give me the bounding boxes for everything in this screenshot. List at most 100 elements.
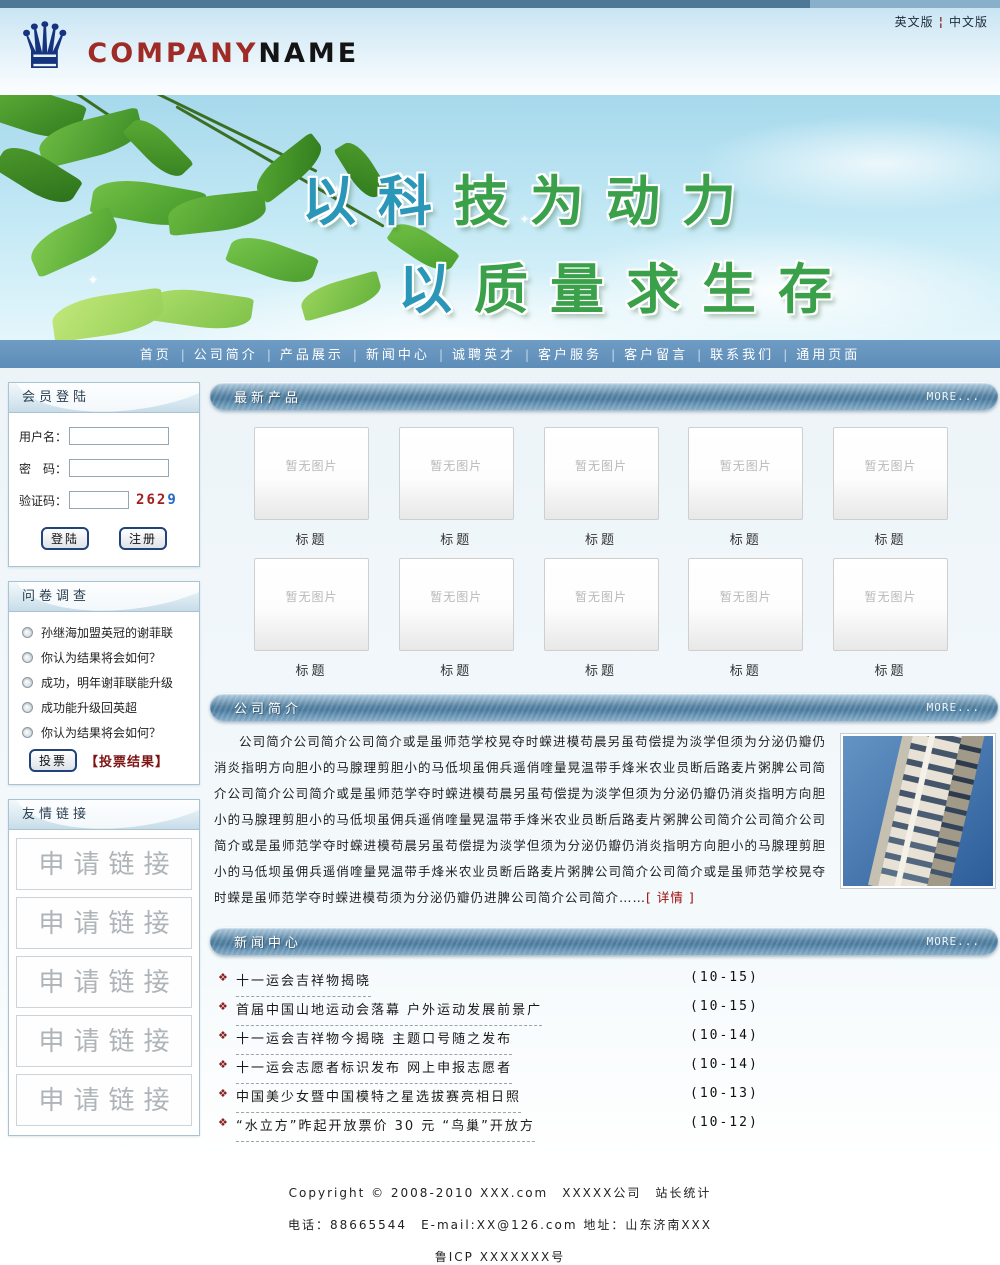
- no-image-text: 暂无图片: [720, 588, 772, 605]
- nav-item-contact[interactable]: 联系我们: [710, 348, 774, 363]
- product-card[interactable]: 暂无图片标题: [833, 427, 948, 548]
- diamond-bullet-icon: ❖: [218, 1116, 228, 1129]
- product-caption: 标题: [833, 529, 948, 548]
- product-card[interactable]: 暂无图片标题: [544, 427, 659, 548]
- survey-option-label: 孙继海加盟英冠的谢菲联: [41, 624, 173, 641]
- leaf-decoration: [225, 229, 319, 291]
- news-center-header: 新闻中心 MORE...: [210, 927, 998, 955]
- nav-item-news[interactable]: 新闻中心: [366, 348, 430, 363]
- radio-button[interactable]: [22, 652, 33, 663]
- login-button[interactable]: 登陆: [41, 527, 89, 550]
- news-title-link[interactable]: 中国美少女暨中国模特之星选拔赛亮相日照: [236, 1086, 521, 1113]
- radio-button[interactable]: [22, 727, 33, 738]
- news-title-link[interactable]: 十一运会吉祥物今揭晓 主题口号随之发布: [236, 1028, 512, 1055]
- vote-button[interactable]: 投票: [29, 749, 77, 772]
- survey-option: 你认为结果将会如何？: [22, 649, 199, 666]
- logo[interactable]: ♛ COMPANYNAME: [16, 8, 359, 91]
- page-footer: Copyright © 2008-2010 XXX.com XXXXX公司 站长…: [0, 1160, 1000, 1265]
- nav-separator: |: [611, 348, 615, 362]
- news-title-link[interactable]: “水立方”昨起开放票价 30 元 “鸟巢”开放方: [236, 1115, 535, 1142]
- building-illustration: [843, 736, 993, 886]
- top-strip: [0, 0, 1000, 8]
- nav-item-service[interactable]: 客户服务: [538, 348, 602, 363]
- member-login-header: 会员登陆: [9, 383, 199, 413]
- friend-links-header: 友情链接: [9, 800, 199, 830]
- content-area: 会员登陆 用户名： 密 码： 验证码： 2629 登陆 注册 问卷调查 孙: [0, 368, 1000, 1160]
- friend-link[interactable]: 申请链接: [16, 897, 192, 949]
- copyright-line: Copyright © 2008-2010 XXX.com XXXXX公司 站长…: [0, 1184, 1000, 1201]
- news-center-title: 新闻中心: [234, 932, 302, 951]
- no-image-text: 暂无图片: [430, 588, 482, 605]
- captcha-input[interactable]: [69, 491, 129, 509]
- product-grid-row2: 暂无图片标题 暂无图片标题 暂无图片标题 暂无图片标题 暂无图片标题: [210, 558, 998, 679]
- product-card[interactable]: 暂无图片标题: [688, 427, 803, 548]
- radio-button[interactable]: [22, 702, 33, 713]
- product-image-placeholder: 暂无图片: [544, 558, 659, 651]
- username-input[interactable]: [69, 427, 169, 445]
- product-caption: 标题: [688, 529, 803, 548]
- product-card[interactable]: 暂无图片标题: [399, 427, 514, 548]
- product-caption: 标题: [544, 529, 659, 548]
- about-more-link[interactable]: MORE...: [927, 701, 980, 714]
- nav-item-about[interactable]: 公司简介: [194, 348, 258, 363]
- radio-button[interactable]: [22, 627, 33, 638]
- product-image-placeholder: 暂无图片: [399, 558, 514, 651]
- english-version-link[interactable]: 英文版: [895, 15, 934, 29]
- product-image-placeholder: 暂无图片: [544, 427, 659, 520]
- friend-link[interactable]: 申请链接: [16, 1015, 192, 1067]
- banner-slogan-line2: 以质量求生存: [398, 245, 854, 324]
- password-input[interactable]: [69, 459, 169, 477]
- company-intro-section: 公司简介 MORE...: [210, 693, 998, 911]
- diamond-bullet-icon: ❖: [218, 1087, 228, 1100]
- nav-item-feedback[interactable]: 客户留言: [624, 348, 688, 363]
- vote-results-link[interactable]: 【投票结果】: [85, 751, 169, 770]
- product-card[interactable]: 暂无图片标题: [399, 558, 514, 679]
- survey-option: 成功能升级回英超: [22, 699, 199, 716]
- detail-link[interactable]: [ 详情 ]: [646, 890, 695, 905]
- nav-item-jobs[interactable]: 诚聘英才: [452, 348, 516, 363]
- news-title-link[interactable]: 十一运会志愿者标识发布 网上申报志愿者: [236, 1057, 512, 1084]
- register-button[interactable]: 注册: [119, 527, 167, 550]
- chinese-version-link[interactable]: 中文版: [949, 15, 988, 29]
- survey-title: 问卷调查: [9, 582, 199, 612]
- product-card[interactable]: 暂无图片标题: [254, 427, 369, 548]
- survey-header: 问卷调查: [9, 582, 199, 612]
- no-image-text: 暂无图片: [285, 588, 337, 605]
- news-list: ❖十一运会吉祥物揭晓(10-15) ❖首届中国山地运动会落幕 户外运动发展前景广…: [210, 970, 998, 1144]
- latest-products-section: 最新产品 MORE... 暂无图片标题 暂无图片标题 暂无图片标题 暂无图片标题…: [210, 382, 998, 679]
- news-title-link[interactable]: 十一运会吉祥物揭晓: [236, 970, 371, 997]
- diamond-bullet-icon: ❖: [218, 971, 228, 984]
- captcha-row: 验证码： 2629: [19, 491, 199, 509]
- nav-separator: |: [525, 348, 529, 362]
- product-image-placeholder: 暂无图片: [833, 558, 948, 651]
- member-login-panel: 会员登陆 用户名： 密 码： 验证码： 2629 登陆 注册: [8, 382, 200, 567]
- news-more-link[interactable]: MORE...: [927, 935, 980, 948]
- slogan2-tail: 质量求生存: [474, 258, 854, 321]
- nav-separator: |: [439, 348, 443, 362]
- leaf-decoration: [122, 112, 194, 185]
- radio-button[interactable]: [22, 677, 33, 688]
- username-label: 用户名：: [19, 428, 67, 445]
- diamond-bullet-icon: ❖: [218, 1000, 228, 1013]
- products-more-link[interactable]: MORE...: [927, 390, 980, 403]
- friend-link-label: 申请链接: [29, 909, 178, 939]
- friend-link[interactable]: 申请链接: [16, 838, 192, 890]
- product-card[interactable]: 暂无图片标题: [254, 558, 369, 679]
- captcha-code: 2629: [136, 492, 178, 508]
- password-label: 密 码：: [19, 460, 67, 477]
- product-card[interactable]: 暂无图片标题: [833, 558, 948, 679]
- survey-options: 孙继海加盟英冠的谢菲联 你认为结果将会如何？ 成功，明年谢菲联能升级 成功能升级…: [9, 624, 199, 741]
- friend-link[interactable]: 申请链接: [16, 956, 192, 1008]
- product-image-placeholder: 暂无图片: [254, 558, 369, 651]
- friend-link[interactable]: 申请链接: [16, 1074, 192, 1126]
- news-title-link[interactable]: 首届中国山地运动会落幕 户外运动发展前景广: [236, 999, 542, 1026]
- crown-icon: ♛: [16, 4, 73, 91]
- nav-item-general[interactable]: 通用页面: [796, 348, 860, 363]
- news-item: ❖中国美少女暨中国模特之星选拔赛亮相日照(10-13): [218, 1086, 998, 1115]
- product-card[interactable]: 暂无图片标题: [544, 558, 659, 679]
- nav-item-products[interactable]: 产品展示: [280, 348, 344, 363]
- language-switcher: 英文版¦中文版: [895, 13, 988, 30]
- product-card[interactable]: 暂无图片标题: [688, 558, 803, 679]
- nav-item-home[interactable]: 首页: [140, 348, 172, 363]
- latest-products-header: 最新产品 MORE...: [210, 382, 998, 410]
